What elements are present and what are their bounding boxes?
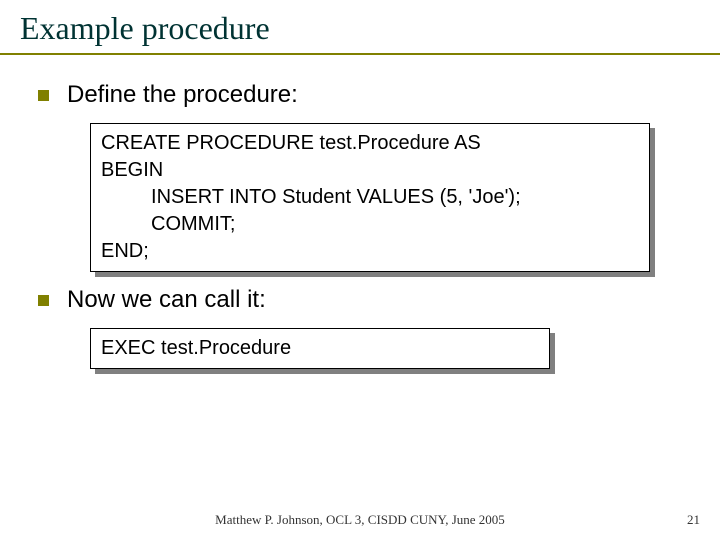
title-bar: Example procedure [0,0,720,55]
bullet-item: Define the procedure: [38,81,690,109]
code-block: EXEC test.Procedure [90,328,550,369]
footer-text: Matthew P. Johnson, OCL 3, CISDD CUNY, J… [0,512,720,528]
page-number: 21 [687,512,700,528]
slide-title: Example procedure [20,10,700,47]
bullet-item: Now we can call it: [38,286,690,314]
code-block: CREATE PROCEDURE test.Procedure AS BEGIN… [90,123,650,272]
bullet-text: Now we can call it: [67,286,266,314]
code-content: EXEC test.Procedure [90,328,550,369]
bullet-icon [38,295,49,306]
bullet-text: Define the procedure: [67,81,298,109]
code-content: CREATE PROCEDURE test.Procedure AS BEGIN… [90,123,650,272]
bullet-icon [38,90,49,101]
slide-body: Define the procedure: CREATE PROCEDURE t… [0,55,720,369]
